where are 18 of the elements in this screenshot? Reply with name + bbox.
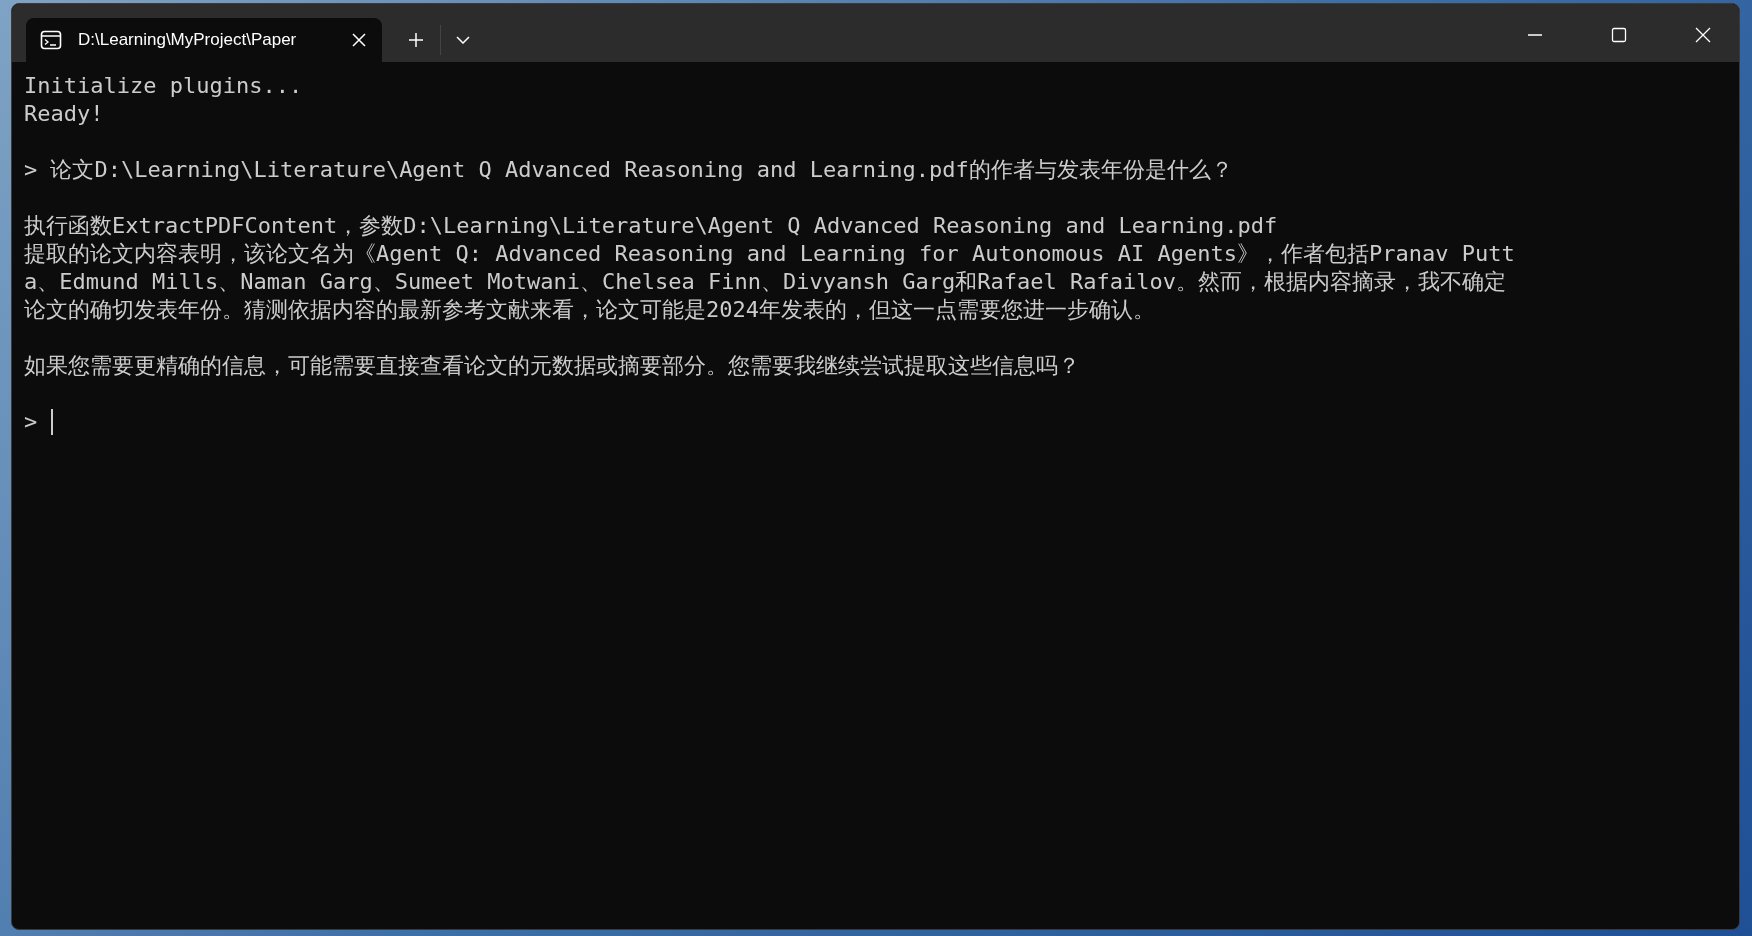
maximize-icon[interactable]: [1611, 27, 1627, 43]
terminal-output-line: a、Edmund Mills、Naman Garg、Sumeet Motwani、Chelsea Finn、Divyansh Garg和Rafael Rafailov。然而，根据内容摘录，我不确定: [24, 268, 1506, 296]
terminal-icon: [40, 29, 62, 51]
close-icon[interactable]: [1695, 27, 1711, 43]
close-tab-icon[interactable]: [352, 33, 366, 47]
terminal-output-line: 论文的确切发表年份。猜测依据内容的最新参考文献来看，论文可能是2024年发表的，但这一点需要您进一步确认。: [24, 296, 1155, 324]
terminal-output-line: 提取的论文内容表明，该论文名为《Agent Q: Advanced Reasoning and Learning for Autonomous AI Agents》，作者包括Pranav Putt: [24, 240, 1515, 268]
terminal-output-line: 如果您需要更精确的信息，可能需要直接查看论文的元数据或摘要部分。您需要我继续尝试提取这些信息吗？: [24, 352, 1080, 380]
tab-title: D:\Learning\MyProject\Paper: [78, 30, 298, 50]
dropdown-chevron-icon[interactable]: [456, 36, 470, 44]
text-cursor: [51, 409, 54, 435]
terminal-tab[interactable]: D:\Learning\MyProject\Paper: [26, 18, 382, 62]
terminal-output-line: Initialize plugins...: [24, 72, 303, 100]
terminal-output-line: Ready!: [24, 100, 104, 128]
terminal-output-line: 执行函数ExtractPDFContent，参数D:\Learning\Literature\Agent Q Advanced Reasoning and Learning.pdf: [24, 212, 1278, 240]
terminal-output-line: > 论文D:\Learning\Literature\Agent Q Advanced Reasoning and Learning.pdf的作者与发表年份是什么？: [24, 156, 1233, 184]
new-tab-icon[interactable]: [408, 32, 424, 48]
prompt-symbol: >: [24, 408, 38, 436]
